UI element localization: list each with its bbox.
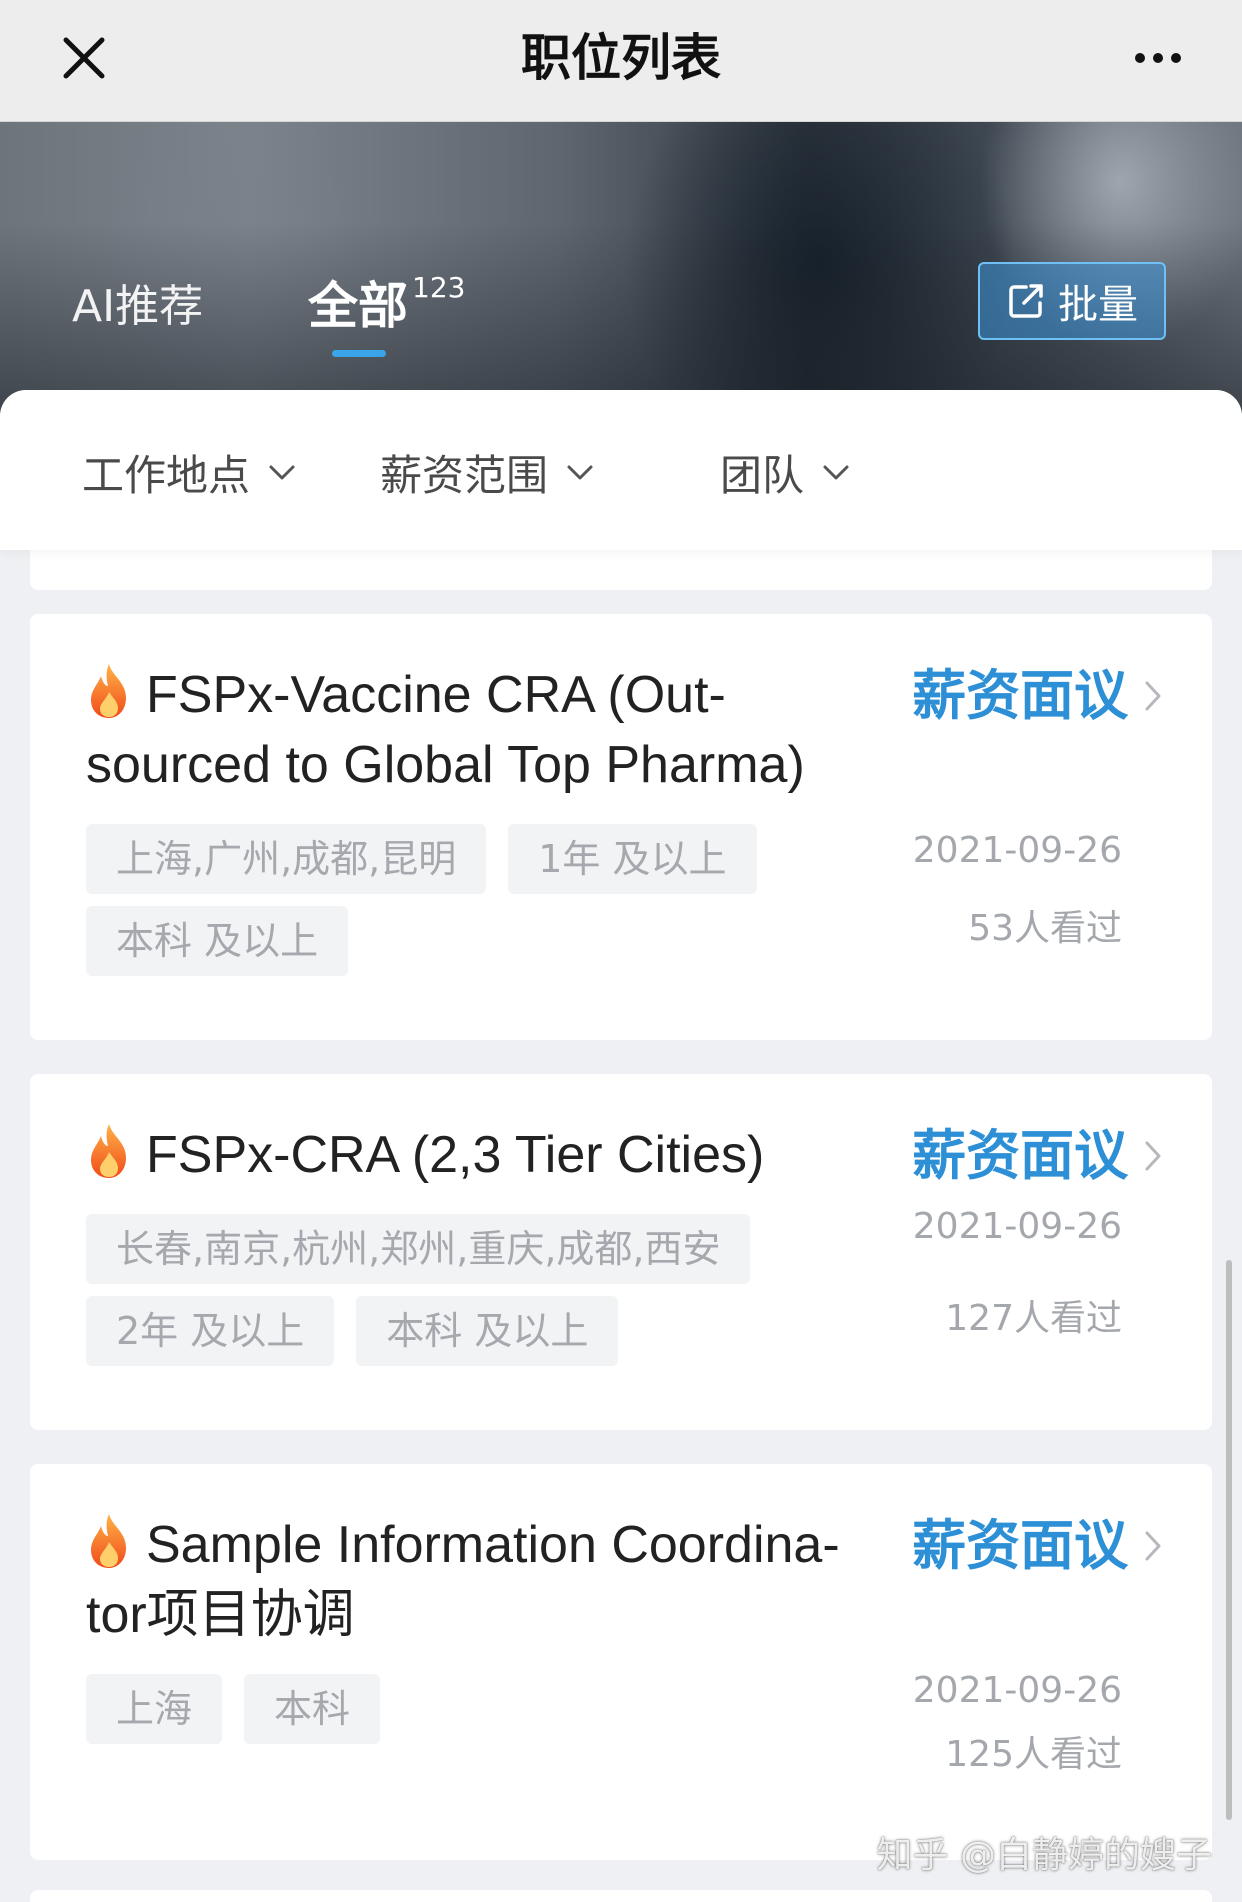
job-title-row: Sample Information Coordina-tor项目协调 — [86, 1510, 866, 1650]
tag-education: 本科 — [244, 1674, 381, 1744]
filter-bar: 工作地点 薪资范围 团队 — [0, 390, 1242, 550]
job-tags: 上海 本科 — [86, 1674, 786, 1744]
share-out-icon — [1009, 284, 1043, 318]
tag-experience: 2年 及以上 — [86, 1296, 335, 1366]
more-dots-icon[interactable] — [1126, 26, 1190, 90]
chevron-down-icon — [823, 465, 849, 479]
salary-link[interactable]: 薪资面议 — [912, 1124, 1162, 1188]
tab-all[interactable]: 全部 123 — [308, 266, 465, 338]
top-navbar: 职位列表 — [0, 0, 1242, 122]
job-list-sheet: 工作地点 薪资范围 团队 FSPx-Vaccine CRA (Out-sourc… — [0, 390, 1242, 1902]
job-title: FSPx-Vaccine CRA (Out-sourced to Global … — [86, 666, 805, 794]
scrollbar[interactable] — [1226, 1260, 1232, 1820]
tag-education: 本科 及以上 — [356, 1296, 619, 1366]
tab-ai-recommend[interactable]: AI推荐 — [72, 270, 203, 334]
filter-location-label: 工作地点 — [82, 451, 251, 500]
job-card[interactable]: FSPx-Vaccine CRA (Out-sourced to Global … — [30, 614, 1212, 1040]
chevron-right-icon — [1145, 681, 1161, 711]
active-tab-indicator — [332, 350, 386, 357]
job-card[interactable]: FSPx-CRA (2,3 Tier Cities) 薪资面议 长春,南京,杭州… — [30, 1074, 1212, 1430]
filter-salary-label: 薪资范围 — [380, 451, 549, 500]
job-card-partial — [30, 1890, 1212, 1902]
page-title: 职位列表 — [521, 29, 721, 87]
tag-education: 本科 及以上 — [86, 906, 349, 976]
chevron-right-icon — [1145, 1531, 1161, 1561]
hot-fire-icon — [91, 1514, 126, 1568]
salary-label: 薪资面议 — [912, 1514, 1128, 1577]
filter-location[interactable]: 工作地点 — [82, 442, 296, 503]
chevron-down-icon — [567, 465, 593, 479]
salary-link[interactable]: 薪资面议 — [912, 664, 1162, 728]
job-card[interactable]: Sample Information Coordina-tor项目协调 薪资面议… — [30, 1464, 1212, 1860]
salary-label: 薪资面议 — [912, 664, 1128, 727]
post-date: 2021-09-26 — [912, 1670, 1122, 1711]
watermark-text: 知乎 @白静婷的嫂子 — [876, 1835, 1212, 1876]
chevron-down-icon — [269, 465, 295, 479]
tag-location: 上海,广州,成都,昆明 — [86, 824, 487, 894]
tab-all-count: 123 — [412, 271, 466, 305]
chevron-right-icon — [1145, 1141, 1161, 1171]
hero-banner: AI推荐 全部 123 批量 — [0, 122, 1242, 422]
view-count: 127人看过 — [945, 1298, 1122, 1339]
job-tags: 上海,广州,成都,昆明 1年 及以上 本科 及以上 — [86, 824, 786, 976]
salary-link[interactable]: 薪资面议 — [912, 1514, 1162, 1578]
job-title-row: FSPx-Vaccine CRA (Out-sourced to Global … — [86, 660, 866, 800]
view-count: 53人看过 — [968, 908, 1122, 949]
filter-team-label: 团队 — [720, 451, 805, 500]
job-tags: 长春,南京,杭州,郑州,重庆,成都,西安 2年 及以上 本科 及以上 — [86, 1214, 786, 1366]
filter-salary[interactable]: 薪资范围 — [380, 442, 594, 503]
tag-experience: 1年 及以上 — [508, 824, 757, 894]
salary-label: 薪资面议 — [912, 1124, 1128, 1187]
batch-button-label: 批量 — [1058, 282, 1138, 328]
hot-fire-icon — [91, 664, 126, 718]
job-title: FSPx-CRA (2,3 Tier Cities) — [146, 1126, 765, 1184]
post-date: 2021-09-26 — [912, 1206, 1122, 1247]
batch-button[interactable]: 批量 — [978, 262, 1166, 340]
filter-team[interactable]: 团队 — [720, 442, 850, 503]
job-title-row: FSPx-CRA (2,3 Tier Cities) — [86, 1120, 866, 1190]
tag-location: 上海 — [86, 1674, 223, 1744]
job-title: Sample Information Coordina-tor项目协调 — [86, 1516, 840, 1644]
tab-all-label: 全部 — [308, 277, 408, 335]
tag-location: 长春,南京,杭州,郑州,重庆,成都,西安 — [86, 1214, 751, 1284]
view-count: 125人看过 — [945, 1734, 1122, 1775]
post-date: 2021-09-26 — [912, 830, 1122, 871]
hot-fire-icon — [91, 1124, 126, 1178]
